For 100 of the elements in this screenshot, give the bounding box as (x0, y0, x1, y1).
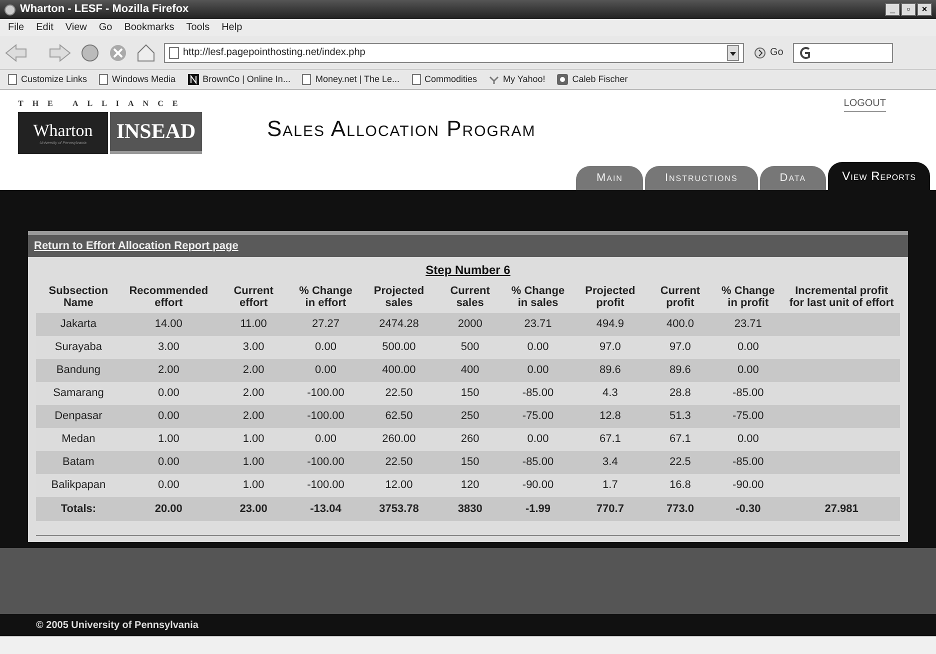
table-cell-text: 97.0 (598, 340, 622, 356)
dropdown-icon[interactable] (727, 44, 739, 60)
horizontal-scrollbar[interactable] (0, 636, 936, 654)
window-control-button[interactable]: ▫ (901, 3, 916, 16)
stop-icon[interactable] (108, 42, 128, 62)
menu-item[interactable]: Help (222, 20, 242, 35)
menu-item[interactable]: View (65, 20, 87, 35)
browser-icon (4, 4, 16, 16)
total-cell-text: 3830 (456, 502, 484, 517)
total-cell-text: 770.7 (595, 502, 625, 517)
table-cell-text: 0.00 (314, 363, 338, 378)
column-header: % Change in sales (510, 285, 566, 311)
table-cell-text: 2.00 (242, 409, 266, 424)
table-cell-text: 400.0 (665, 317, 695, 332)
column-header: Subsection Name (48, 285, 110, 311)
table-cell-text: 0.00 (314, 340, 338, 356)
table-cell-text: 3.00 (242, 340, 266, 356)
table-cell-text: 0.00 (736, 363, 760, 378)
bookmark-link[interactable]: BrownCo | Online In... (188, 72, 290, 86)
menu-item[interactable]: File (8, 20, 24, 35)
nav-tab[interactable]: View Reports (828, 162, 930, 190)
bookmark-link[interactable]: My Yahoo! (489, 72, 546, 86)
page-icon (99, 74, 108, 85)
table-cell-text: 89.6 (668, 363, 692, 378)
nav-tab[interactable]: Data (760, 166, 826, 190)
window-control-button[interactable]: _ (885, 3, 900, 16)
table-cell-text: 2000 (456, 317, 484, 332)
table-cell-text: 0.00 (156, 455, 180, 470)
table-cell-text: 2.00 (156, 363, 180, 378)
table-cell-text: 500.00 (381, 340, 417, 356)
table-cell-text: 494.9 (595, 317, 625, 332)
table-cell-text: 27.27 (310, 317, 340, 332)
table-cell-text: 97.0 (668, 340, 692, 356)
search-field[interactable] (793, 42, 894, 62)
table-cell-text: 14.00 (154, 317, 184, 332)
logout-link[interactable]: LOGOUT (844, 96, 886, 112)
bookmark-link[interactable]: Customize Links (8, 72, 88, 86)
total-cell-text: -0.30 (734, 502, 762, 517)
table-cell-text: 3.4 (602, 455, 619, 470)
table-cell-text: 4.3 (602, 386, 619, 402)
menu-item[interactable]: Go (98, 20, 112, 35)
total-cell-text: Totals: (60, 502, 98, 517)
table-cell-text: 0.00 (526, 432, 550, 448)
table-cell-text: 120 (460, 478, 480, 494)
table-cell-text: -100.00 (306, 455, 346, 470)
column-header: Projected sales (372, 285, 426, 311)
table-cell-text: 2.00 (242, 363, 266, 378)
total-cell-text: -13.04 (309, 502, 342, 517)
nav-tab[interactable]: Main (576, 166, 643, 190)
column-header: Current sales (449, 285, 491, 311)
table-cell-text: 12.00 (384, 478, 414, 494)
go-button[interactable]: Go (752, 45, 786, 60)
window-control-button[interactable]: × (917, 3, 932, 16)
return-link[interactable]: Return to Effort Allocation Report page (34, 238, 238, 254)
table-cell-text: 500 (460, 340, 480, 356)
menu-item[interactable]: Bookmarks (124, 20, 174, 35)
table-cell-text: 1.00 (242, 478, 266, 494)
step-title: Step Number 6 (426, 262, 510, 279)
table-cell-text: 62.50 (384, 409, 414, 424)
bookmark-link[interactable]: Windows Media (99, 72, 176, 86)
footer-text: © 2005 University of Pennsylvania (36, 618, 198, 632)
total-cell-text: -1.99 (524, 502, 552, 517)
column-header: % Change in profit (720, 285, 776, 311)
table-cell-text: 150 (460, 386, 480, 402)
table-cell-text: Balikpapan (50, 478, 107, 494)
bookmark-link[interactable]: Money.net | The Le... (302, 72, 400, 86)
total-cell-text: 20.00 (154, 502, 184, 517)
column-header: % Change in effort (298, 285, 354, 311)
bookmark-link[interactable]: Caleb Fischer (557, 72, 628, 86)
window-title: Wharton - LESF - Mozilla Firefox (20, 2, 189, 18)
table-cell-text: 22.5 (668, 455, 692, 470)
circle-badge-icon (557, 74, 568, 85)
table-cell-text: 16.8 (668, 478, 692, 494)
column-header: Recommended effort (128, 285, 210, 311)
table-cell-text: 23.71 (523, 317, 553, 332)
table-cell-text: -90.00 (521, 478, 555, 494)
table-cell-text: 0.00 (156, 409, 180, 424)
address-field[interactable]: http://lesf.pagepointhosting.net/index.php (164, 42, 744, 62)
table-cell-text: 1.7 (602, 478, 619, 494)
bookmark-link[interactable]: Commodities (412, 72, 478, 86)
table-cell-text: 0.00 (526, 340, 550, 356)
menu-item[interactable]: Edit (36, 20, 54, 35)
table-cell-text: Batam (62, 455, 96, 470)
insead-logo: INSEAD (110, 112, 202, 154)
table-cell-text: -100.00 (306, 478, 346, 494)
menu-item[interactable]: Tools (186, 20, 210, 35)
table-cell-text: 0.00 (736, 432, 760, 448)
table-cell-text: 0.00 (736, 340, 760, 356)
search-engine-icon (798, 46, 812, 60)
table-cell-text: 51.3 (668, 409, 692, 424)
table-cell-text: -85.00 (732, 386, 765, 402)
home-icon[interactable] (136, 42, 156, 62)
program-title: Sales Allocation Program (267, 115, 536, 143)
table-cell-text: Denpasar (54, 409, 104, 424)
nav-tab[interactable]: Instructions (644, 166, 758, 190)
column-header: Current effort (232, 285, 274, 311)
column-header: Current profit (659, 285, 702, 311)
table-cell-text: 0.00 (314, 432, 338, 448)
total-cell-text: 27.981 (824, 502, 860, 517)
table-cell-text: -90.00 (732, 478, 765, 494)
